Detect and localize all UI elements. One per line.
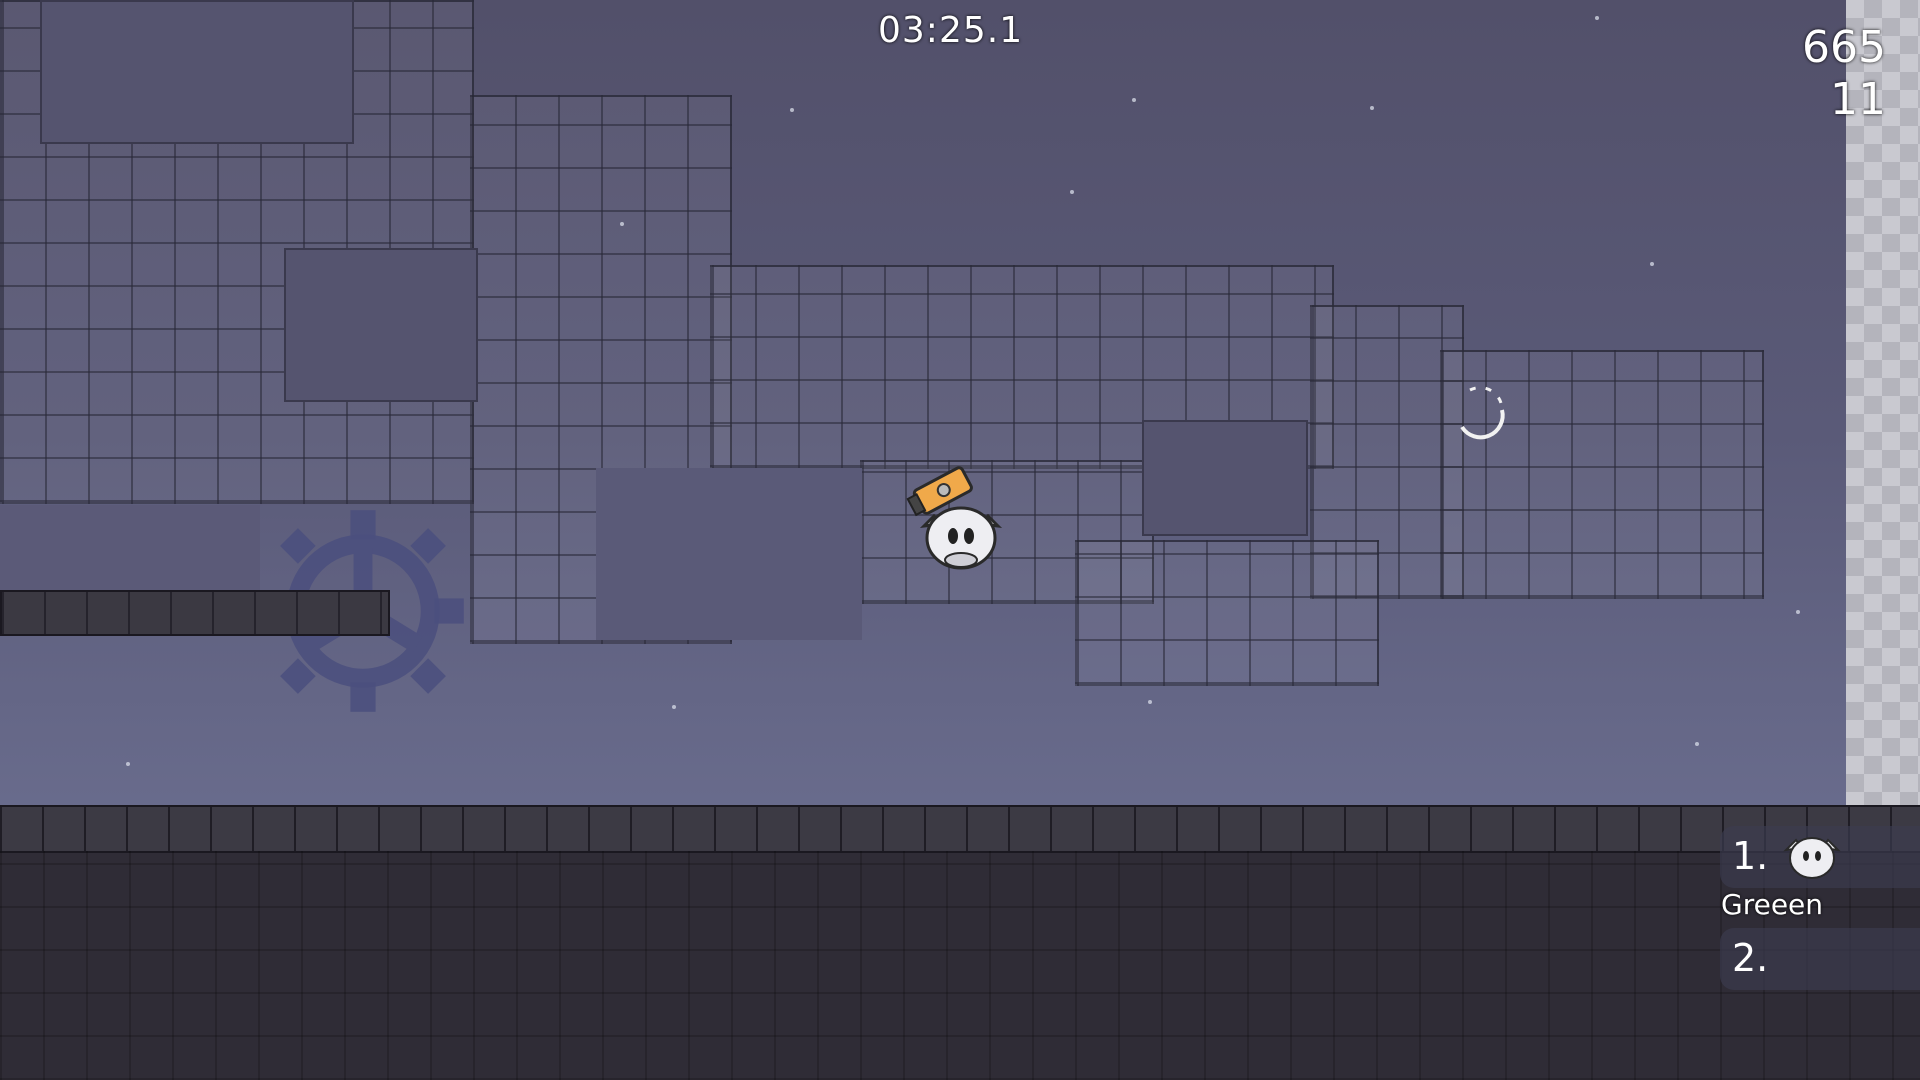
star xyxy=(790,108,794,112)
rank-number: 2. xyxy=(1732,936,1769,980)
ground-grid xyxy=(0,851,1920,1080)
race-timer: 03:25.1 xyxy=(878,10,1024,51)
star xyxy=(1695,742,1699,746)
tile-gap xyxy=(284,248,478,402)
tee-character-icon[interactable] xyxy=(906,456,1016,576)
star xyxy=(1370,106,1374,110)
dark-ledge xyxy=(0,590,390,636)
ground-top-row xyxy=(0,805,1920,853)
star xyxy=(1796,610,1800,614)
star xyxy=(1070,190,1074,194)
tile-gap xyxy=(0,505,260,590)
scoreboard-entry-1: 1. xyxy=(1720,826,1920,888)
tee-avatar-icon xyxy=(1783,837,1841,879)
star xyxy=(126,762,130,766)
star xyxy=(1595,16,1599,20)
tile-block xyxy=(1075,540,1379,686)
grappling-hook-icon xyxy=(1460,386,1505,440)
scoreboard-entry-2: 2. xyxy=(1720,928,1920,990)
score-value: 665 xyxy=(1802,22,1886,73)
star xyxy=(1132,98,1136,102)
rank-number: 1. xyxy=(1732,834,1769,878)
count-value: 11 xyxy=(1830,74,1886,125)
star xyxy=(1148,700,1152,704)
scoreboard-name-1: Greeen xyxy=(1721,888,1824,921)
star xyxy=(672,705,676,709)
star xyxy=(1650,262,1654,266)
tile-gap xyxy=(596,468,862,640)
tile-gap xyxy=(1142,420,1308,536)
score-display: 665 11 xyxy=(1802,22,1886,126)
tile-gap xyxy=(40,0,354,144)
